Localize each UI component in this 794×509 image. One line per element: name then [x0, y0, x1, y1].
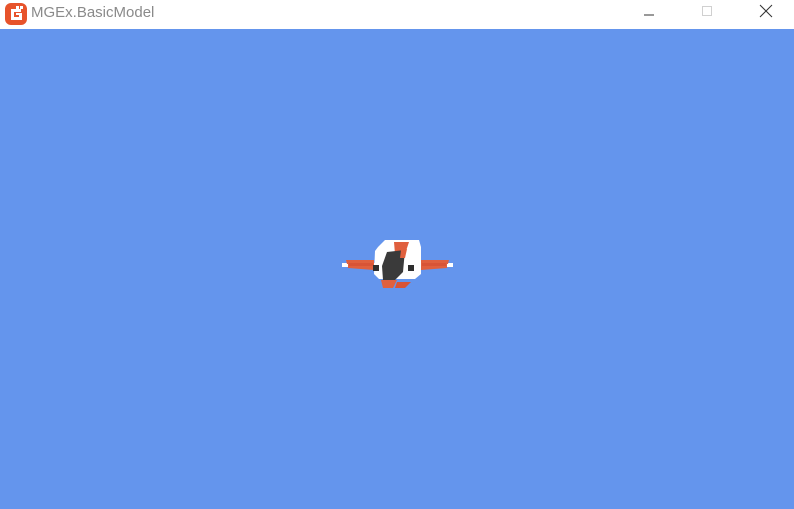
minimize-icon — [643, 5, 655, 17]
right-engine — [408, 265, 414, 271]
game-window: MGEx.BasicModel — [0, 0, 794, 509]
window-title: MGEx.BasicModel — [31, 4, 155, 21]
title-bar[interactable]: MGEx.BasicModel — [0, 0, 794, 29]
ship-model — [339, 236, 457, 288]
close-icon — [759, 4, 773, 18]
minimize-button[interactable] — [626, 0, 672, 22]
maximize-button[interactable] — [684, 0, 730, 22]
maximize-icon — [701, 5, 713, 17]
right-wing — [419, 260, 453, 270]
close-button[interactable] — [743, 0, 789, 22]
monogame-logo-icon — [5, 3, 27, 25]
game-viewport[interactable] — [0, 29, 794, 509]
left-wing — [342, 260, 376, 270]
left-engine — [373, 265, 379, 271]
